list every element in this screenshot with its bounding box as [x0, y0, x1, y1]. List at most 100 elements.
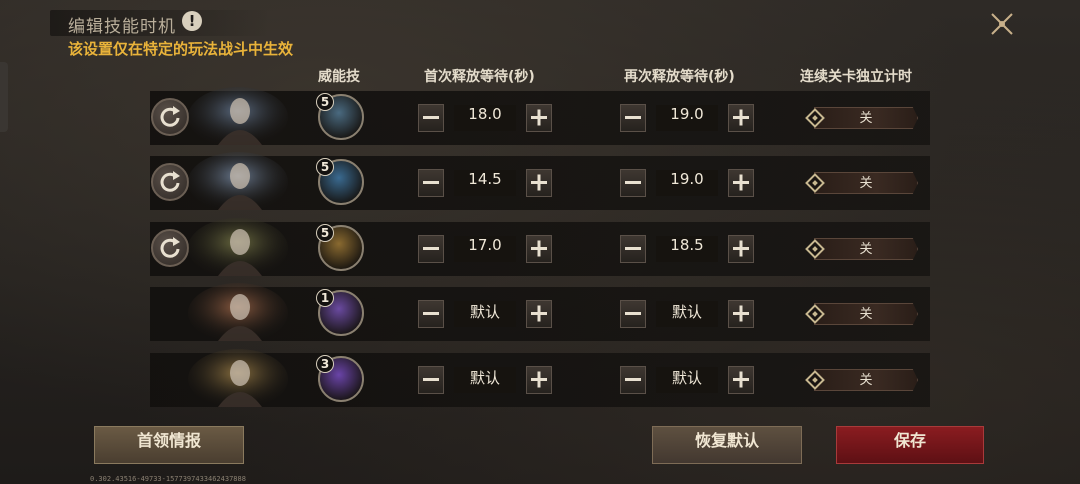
first-wait-value: 17.0 — [454, 236, 516, 262]
plus-icon — [733, 371, 749, 388]
repeat-wait-value: 19.0 — [656, 105, 718, 131]
decrement-button[interactable] — [620, 300, 646, 328]
repeat-wait-stepper: 18.5 — [620, 235, 756, 263]
independent-timer-toggle[interactable]: 关 — [805, 238, 918, 260]
side-handle — [0, 62, 8, 132]
plus-icon — [531, 240, 547, 257]
skill-rank-badge: 5 — [316, 158, 334, 176]
decrement-button[interactable] — [620, 104, 646, 132]
refresh-icon — [160, 171, 180, 192]
repeat-wait-stepper: 19.0 — [620, 104, 756, 132]
increment-button[interactable] — [526, 104, 552, 132]
skill-row: 5 18.0 19.0 关 — [150, 87, 930, 147]
hero-portrait — [188, 216, 288, 278]
power-skill-icon[interactable]: 3 — [316, 355, 364, 402]
power-skill-icon[interactable]: 1 — [316, 289, 364, 336]
skill-row: 5 17.0 18.5 关 — [150, 218, 930, 278]
skill-row: 5 14.5 19.0 关 — [150, 152, 930, 212]
plus-icon — [531, 174, 547, 191]
close-button[interactable] — [984, 6, 1020, 42]
minus-icon — [625, 181, 641, 184]
independent-timer-toggle[interactable]: 关 — [805, 107, 918, 129]
independent-timer-toggle[interactable]: 关 — [805, 172, 918, 194]
increment-button[interactable] — [728, 169, 754, 197]
power-skill-icon[interactable]: 5 — [316, 224, 364, 271]
column-header-first-wait: 首次释放等待(秒) — [424, 69, 535, 85]
decrement-button[interactable] — [418, 169, 444, 197]
reset-button[interactable] — [151, 98, 189, 136]
increment-button[interactable] — [728, 235, 754, 263]
decrement-button[interactable] — [620, 366, 646, 394]
minus-icon — [625, 378, 641, 381]
toggle-state-label: 关 — [859, 373, 873, 388]
decrement-button[interactable] — [418, 104, 444, 132]
close-x-icon — [991, 13, 1013, 35]
toggle-state-label: 关 — [859, 111, 873, 126]
repeat-wait-stepper: 19.0 — [620, 169, 756, 197]
repeat-wait-value: 19.0 — [656, 170, 718, 196]
skill-rank-badge: 5 — [316, 224, 334, 242]
plus-icon — [531, 109, 547, 126]
info-icon[interactable]: ! — [182, 11, 202, 31]
skill-rank-badge: 1 — [316, 289, 334, 307]
first-wait-value: 14.5 — [454, 170, 516, 196]
decrement-button[interactable] — [418, 300, 444, 328]
plus-icon — [733, 240, 749, 257]
first-wait-value: 默认 — [454, 301, 516, 327]
power-skill-icon[interactable]: 5 — [316, 158, 364, 205]
refresh-icon — [160, 237, 180, 258]
plus-icon — [531, 371, 547, 388]
decrement-button[interactable] — [620, 169, 646, 197]
repeat-wait-value: 默认 — [656, 367, 718, 393]
skill-rank-badge: 3 — [316, 355, 334, 373]
hero-portrait — [188, 281, 288, 343]
plus-icon — [733, 109, 749, 126]
save-button[interactable]: 保存 — [836, 426, 984, 464]
decrement-button[interactable] — [418, 235, 444, 263]
first-wait-stepper: 14.5 — [418, 169, 554, 197]
skill-rank-badge: 5 — [316, 93, 334, 111]
boss-intel-button[interactable]: 首领情报 — [94, 426, 244, 464]
hero-portrait — [188, 85, 288, 147]
repeat-wait-value: 默认 — [656, 301, 718, 327]
repeat-wait-stepper: 默认 — [620, 300, 756, 328]
refresh-icon — [160, 106, 180, 127]
toggle-state-label: 关 — [859, 307, 873, 322]
increment-button[interactable] — [728, 300, 754, 328]
restore-default-button[interactable]: 恢复默认 — [652, 426, 802, 464]
first-wait-value: 18.0 — [454, 105, 516, 131]
minus-icon — [625, 116, 641, 119]
first-wait-stepper: 默认 — [418, 300, 554, 328]
increment-button[interactable] — [526, 300, 552, 328]
minus-icon — [423, 116, 439, 119]
column-header-timer: 连续关卡独立计时 — [800, 69, 912, 85]
title-bar: 编辑技能时机 ! — [50, 8, 270, 37]
independent-timer-toggle[interactable]: 关 — [805, 369, 918, 391]
plus-icon — [733, 174, 749, 191]
minus-icon — [423, 378, 439, 381]
version-text: 0.302.43516-49733-1577397433462437888 — [90, 475, 246, 483]
increment-button[interactable] — [526, 169, 552, 197]
column-header-skill: 威能技 — [318, 69, 360, 85]
page-subtitle: 该设置仅在特定的玩法战斗中生效 — [68, 40, 294, 58]
column-header-repeat-wait: 再次释放等待(秒) — [624, 69, 735, 85]
decrement-button[interactable] — [620, 235, 646, 263]
minus-icon — [423, 247, 439, 250]
increment-button[interactable] — [526, 235, 552, 263]
hero-portrait — [188, 150, 288, 212]
toggle-state-label: 关 — [859, 242, 873, 257]
reset-button[interactable] — [151, 229, 189, 267]
reset-button[interactable] — [151, 163, 189, 201]
increment-button[interactable] — [728, 104, 754, 132]
minus-icon — [625, 247, 641, 250]
plus-icon — [531, 305, 547, 322]
minus-icon — [423, 181, 439, 184]
independent-timer-toggle[interactable]: 关 — [805, 303, 918, 325]
hero-portrait — [188, 347, 288, 409]
power-skill-icon[interactable]: 5 — [316, 93, 364, 140]
minus-icon — [423, 312, 439, 315]
increment-button[interactable] — [526, 366, 552, 394]
decrement-button[interactable] — [418, 366, 444, 394]
repeat-wait-stepper: 默认 — [620, 366, 756, 394]
increment-button[interactable] — [728, 366, 754, 394]
